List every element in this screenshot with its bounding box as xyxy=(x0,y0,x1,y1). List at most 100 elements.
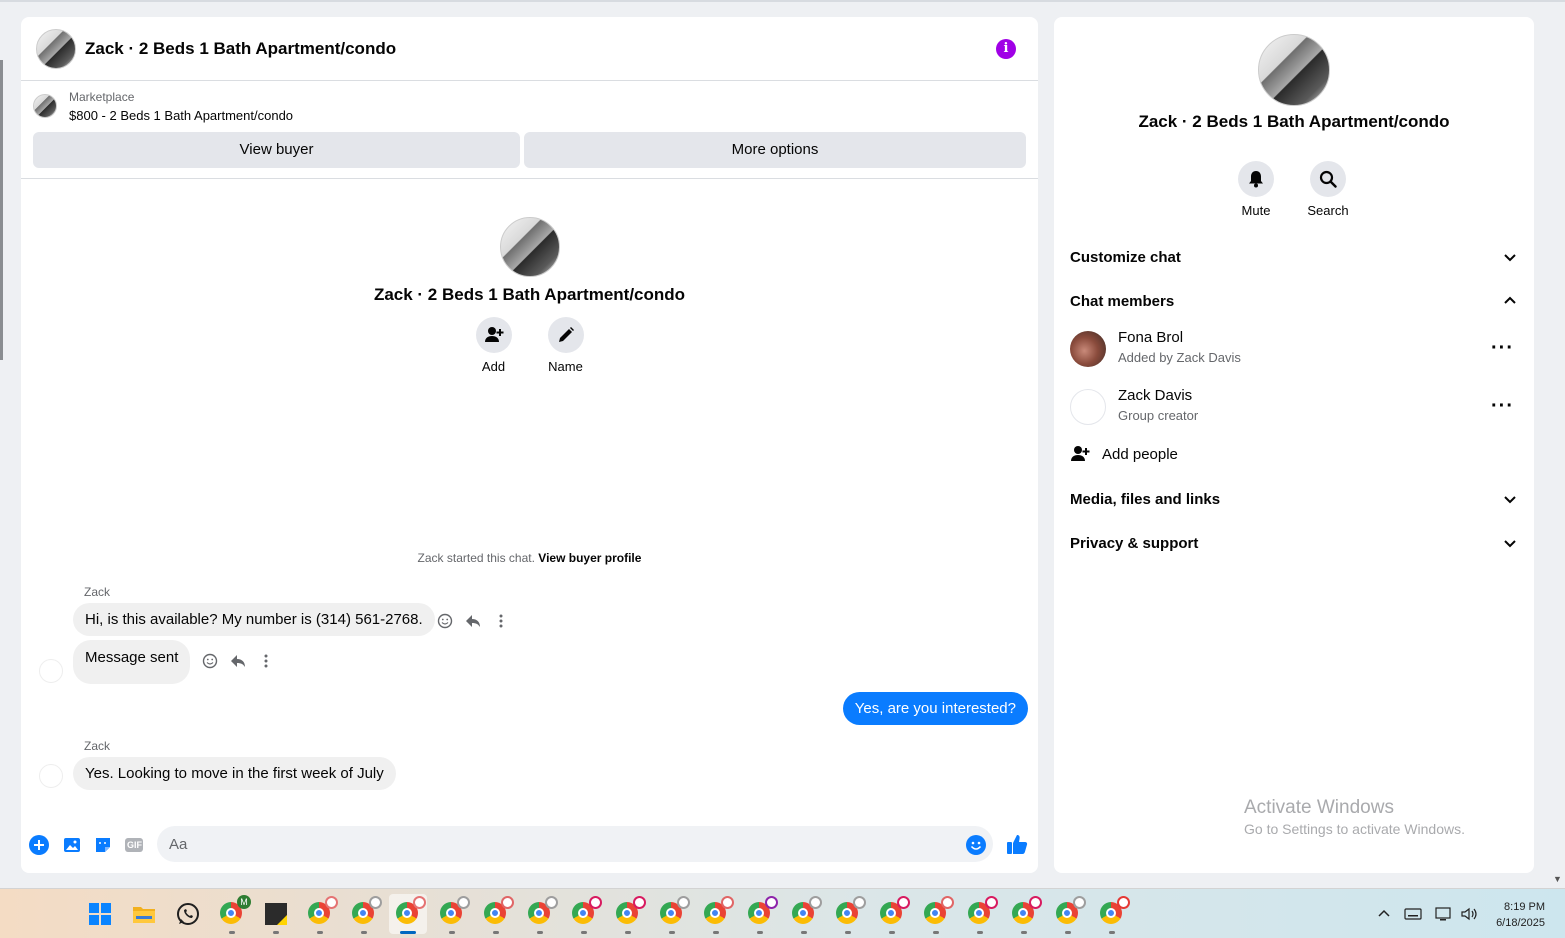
member-row[interactable]: Fona Brol Added by Zack Davis ··· xyxy=(1070,327,1518,375)
chrome-icon[interactable] xyxy=(924,896,954,934)
composer: GIF xyxy=(21,825,1038,865)
chat-intro: Zack · 2 Beds 1 Bath Apartment/condo Add… xyxy=(21,217,1038,374)
customize-chat-row[interactable]: Customize chat xyxy=(1070,239,1518,275)
pencil-icon[interactable] xyxy=(547,317,584,353)
message-bubble-incoming[interactable]: Message sent xyxy=(73,640,191,684)
more-icon[interactable]: ··· xyxy=(1491,337,1514,360)
gif-label: GIF xyxy=(127,840,142,850)
mute-action[interactable]: Mute xyxy=(1238,161,1274,218)
windows-start-icon[interactable] xyxy=(88,902,112,926)
chevron-down-icon xyxy=(1504,496,1516,504)
details-title: Zack · 2 Beds 1 Bath Apartment/condo xyxy=(1138,112,1450,131)
react-icon[interactable] xyxy=(202,653,218,669)
view-buyer-button[interactable]: View buyer xyxy=(33,132,520,168)
details-actions: Mute Search xyxy=(1238,161,1349,218)
search-action[interactable]: Search xyxy=(1307,161,1349,218)
chrome-profile-icon[interactable]: M xyxy=(220,895,251,934)
plus-icon[interactable] xyxy=(29,835,49,855)
message-tools xyxy=(202,653,274,669)
more-icon[interactable]: ··· xyxy=(1491,395,1514,418)
chrome-icon[interactable] xyxy=(660,896,690,934)
message-bubble-outgoing[interactable]: Yes, are you interested? xyxy=(842,692,1028,725)
chrome-icon[interactable] xyxy=(792,896,822,934)
scroll-down-arrow[interactable]: ▼ xyxy=(1553,874,1563,884)
sender-avatar[interactable] xyxy=(39,659,63,683)
volume-icon[interactable] xyxy=(1460,889,1478,938)
watermark-subtitle: Go to Settings to activate Windows. xyxy=(1244,821,1465,837)
sticker-icon[interactable] xyxy=(93,835,113,855)
customize-chat-label: Customize chat xyxy=(1070,248,1181,266)
chat-members-label: Chat members xyxy=(1070,292,1175,310)
chrome-icon[interactable] xyxy=(528,896,558,934)
chrome-icon[interactable] xyxy=(748,896,778,934)
like-icon[interactable] xyxy=(1006,833,1028,855)
reply-icon[interactable] xyxy=(465,613,481,629)
sender-avatar[interactable] xyxy=(39,764,63,788)
photo-icon[interactable] xyxy=(62,835,82,855)
taskbar: M 8:19 PM 6/18/2025 xyxy=(0,888,1565,938)
chrome-icon[interactable] xyxy=(1100,896,1130,934)
chrome-icon[interactable] xyxy=(440,896,470,934)
marketplace-row[interactable]: Marketplace $800 - 2 Beds 1 Bath Apartme… xyxy=(21,81,1038,125)
chrome-icon[interactable] xyxy=(836,896,866,934)
add-label: Add xyxy=(481,359,506,374)
message-bubble-incoming[interactable]: Hi, is this available? My number is (314… xyxy=(73,603,435,636)
privacy-support-row[interactable]: Privacy & support xyxy=(1070,525,1518,561)
chrome-icon[interactable] xyxy=(880,896,910,934)
view-buyer-profile-link[interactable]: View buyer profile xyxy=(538,551,641,565)
chrome-icon[interactable] xyxy=(704,896,734,934)
member-name: Fona Brol xyxy=(1118,329,1184,346)
chrome-icon[interactable] xyxy=(396,896,426,926)
more-icon[interactable] xyxy=(493,613,509,629)
chrome-icon[interactable] xyxy=(616,896,646,934)
chrome-icon[interactable] xyxy=(1056,896,1086,934)
chat-members-row[interactable]: Chat members xyxy=(1070,283,1518,319)
message-tools xyxy=(437,613,509,629)
react-icon[interactable] xyxy=(437,613,453,629)
listing-thumbnail xyxy=(33,94,57,118)
sticky-notes-icon[interactable] xyxy=(264,902,288,934)
search-label: Search xyxy=(1307,203,1349,218)
reply-icon[interactable] xyxy=(230,653,246,669)
emoji-icon[interactable] xyxy=(966,835,986,855)
add-person-icon[interactable] xyxy=(475,317,512,353)
add-action[interactable]: Add xyxy=(475,317,512,374)
show-hidden-icons[interactable] xyxy=(1376,889,1392,938)
member-subtitle: Group creator xyxy=(1118,408,1199,423)
chat-avatar[interactable] xyxy=(36,28,76,69)
top-border xyxy=(0,0,1565,2)
more-icon[interactable] xyxy=(258,653,274,669)
listing-title[interactable]: $800 - 2 Beds 1 Bath Apartment/condo xyxy=(69,108,293,123)
whatsapp-icon[interactable] xyxy=(176,902,200,926)
chrome-icon[interactable] xyxy=(352,896,382,934)
message-bubble-incoming[interactable]: Yes. Looking to move in the first week o… xyxy=(73,757,396,790)
watermark-title: Activate Windows xyxy=(1244,797,1394,818)
system-clock[interactable]: 8:19 PM 6/18/2025 xyxy=(1496,899,1545,931)
member-avatar[interactable] xyxy=(1070,331,1106,367)
network-icon[interactable] xyxy=(1434,889,1454,938)
chrome-icon[interactable] xyxy=(308,896,338,934)
chat-title[interactable]: Zack · 2 Beds 1 Bath Apartment/condo xyxy=(85,39,396,59)
details-avatar[interactable] xyxy=(1258,34,1330,106)
add-people-row[interactable]: Add people xyxy=(1070,444,1178,464)
media-files-links-row[interactable]: Media, files and links xyxy=(1070,481,1518,517)
sender-name: Zack xyxy=(84,739,111,753)
chrome-icon[interactable] xyxy=(1012,896,1042,934)
member-avatar[interactable] xyxy=(1070,389,1106,425)
file-explorer-icon[interactable] xyxy=(132,902,156,926)
chat-panel: Zack · 2 Beds 1 Bath Apartment/condo i M… xyxy=(21,17,1038,873)
keyboard-icon[interactable] xyxy=(1404,889,1422,938)
name-action[interactable]: Name xyxy=(547,317,584,374)
bell-icon[interactable] xyxy=(1238,161,1274,197)
chrome-icon[interactable] xyxy=(572,896,602,934)
more-options-button[interactable]: More options xyxy=(524,132,1026,168)
chevron-down-icon xyxy=(1504,254,1516,262)
message-input[interactable] xyxy=(157,826,993,862)
chrome-icon[interactable] xyxy=(484,896,514,934)
left-scrollbar[interactable] xyxy=(0,60,3,360)
member-name: Zack Davis xyxy=(1118,387,1193,404)
info-icon[interactable]: i xyxy=(996,39,1016,59)
chrome-icon[interactable] xyxy=(968,896,998,934)
member-row[interactable]: Zack Davis Group creator ··· xyxy=(1070,385,1518,433)
search-icon[interactable] xyxy=(1310,161,1346,197)
